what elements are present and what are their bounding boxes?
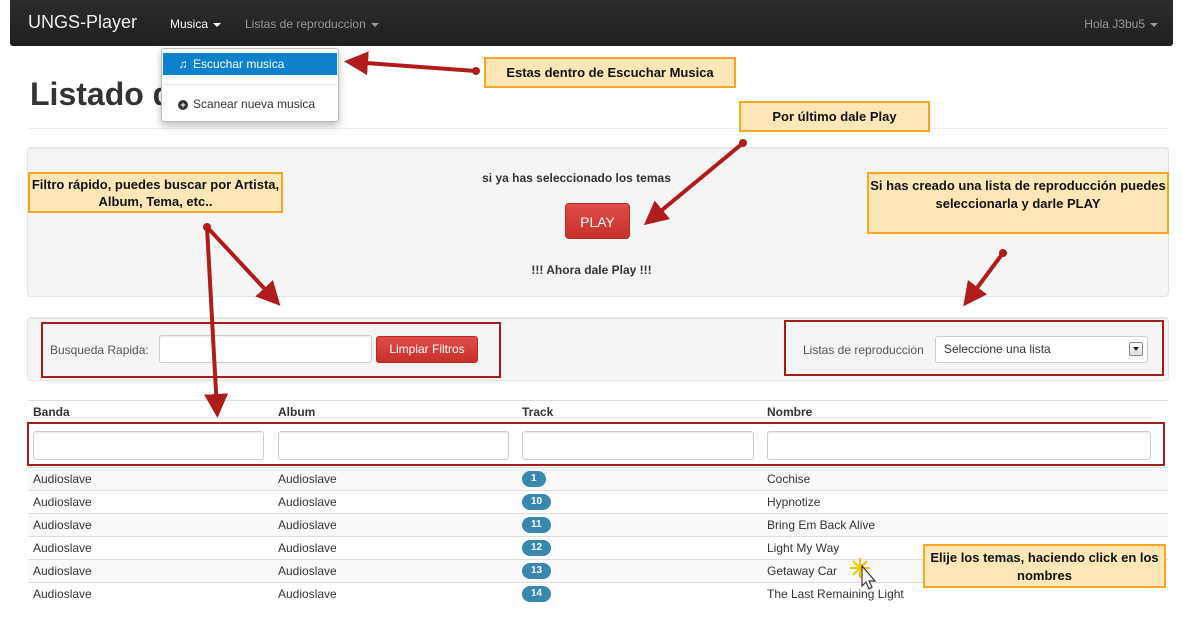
table-top-border: [28, 400, 1168, 401]
cell-banda: Audioslave: [33, 587, 92, 601]
track-badge: 12: [522, 540, 552, 556]
highlight-playlist-area: [784, 320, 1164, 376]
highlight-search-area: [41, 322, 501, 378]
brand-logo[interactable]: UNGS-Player: [28, 12, 137, 33]
cell-banda: Audioslave: [33, 564, 92, 578]
column-header-nombre[interactable]: Nombre: [767, 405, 812, 419]
nav-menu-musica-label: Musica: [170, 17, 209, 31]
callout-filter: Filtro rápido, puedes buscar por Artista…: [28, 172, 283, 213]
track-badge: 13: [522, 563, 552, 579]
cell-banda: Audioslave: [33, 541, 92, 555]
music-note-icon: ♫: [178, 57, 188, 71]
caret-down-icon: [213, 22, 222, 27]
track-badge: 10: [522, 494, 552, 510]
column-header-banda[interactable]: Banda: [33, 405, 70, 419]
dropdown-item-scanear-label: Scanear nueva musica: [193, 97, 316, 111]
mouse-pointer-icon: [850, 558, 877, 590]
cell-nombre[interactable]: Hypnotize: [767, 495, 820, 509]
cell-album: Audioslave: [278, 587, 337, 601]
callout-play: Por último dale Play: [739, 101, 930, 132]
column-header-album[interactable]: Album: [278, 405, 315, 419]
play-hint: !!! Ahora dale Play !!!: [531, 263, 652, 277]
callout-select-tracks: Elije los temas, haciendo click en los n…: [923, 544, 1166, 588]
dropdown-divider: [163, 84, 337, 85]
cell-album: Audioslave: [278, 541, 337, 555]
dropdown-item-escuchar[interactable]: ♫ Escuchar musica: [163, 53, 337, 75]
highlight-filter-row: [27, 422, 1165, 466]
cell-nombre[interactable]: Light My Way: [767, 541, 839, 555]
nav-menu-listas-label: Listas de reproduccion: [245, 17, 366, 31]
plus-circle-icon: +: [177, 93, 189, 115]
cell-nombre[interactable]: Getaway Car: [767, 564, 837, 578]
table-row[interactable]: Audioslave Audioslave 10 Hypnotize: [28, 490, 1168, 513]
cell-nombre[interactable]: The Last Remaining Light: [767, 587, 904, 601]
cell-album: Audioslave: [278, 472, 337, 486]
cell-banda: Audioslave: [33, 518, 92, 532]
track-badge: 1: [522, 471, 546, 487]
nav-menu-listas[interactable]: Listas de reproduccion: [245, 17, 379, 31]
cell-album: Audioslave: [278, 564, 337, 578]
play-button[interactable]: PLAY: [565, 203, 630, 239]
title-divider: [28, 128, 1168, 129]
callout-dropdown: Estas dentro de Escuchar Musica: [484, 57, 736, 88]
dropdown-item-scanear[interactable]: + Scanear nueva musica: [163, 93, 337, 115]
callout-playlist: Si has creado una lista de reproducción …: [867, 172, 1169, 234]
cell-album: Audioslave: [278, 518, 337, 532]
column-header-track[interactable]: Track: [522, 405, 553, 419]
caret-down-icon: [370, 22, 379, 27]
cell-banda: Audioslave: [33, 472, 92, 486]
track-badge: 11: [522, 517, 551, 533]
table-row[interactable]: Audioslave Audioslave 1 Cochise: [28, 467, 1168, 490]
cell-album: Audioslave: [278, 495, 337, 509]
caret-down-icon: [1150, 22, 1158, 27]
user-greeting: Hola J3bu5: [1084, 17, 1145, 31]
table-row[interactable]: Audioslave Audioslave 11 Bring Em Back A…: [28, 513, 1168, 536]
nav-menu-musica[interactable]: Musica: [170, 17, 222, 31]
top-navbar: UNGS-Player Musica Listas de reproduccio…: [10, 0, 1173, 46]
track-badge: 14: [522, 586, 552, 602]
user-menu[interactable]: Hola J3bu5: [1084, 17, 1158, 31]
musica-dropdown-menu: ♫ Escuchar musica + Scanear nueva musica: [161, 48, 339, 122]
cell-nombre[interactable]: Bring Em Back Alive: [767, 518, 875, 532]
cell-nombre[interactable]: Cochise: [767, 472, 810, 486]
cell-banda: Audioslave: [33, 495, 92, 509]
dropdown-item-escuchar-label: Escuchar musica: [193, 57, 285, 71]
